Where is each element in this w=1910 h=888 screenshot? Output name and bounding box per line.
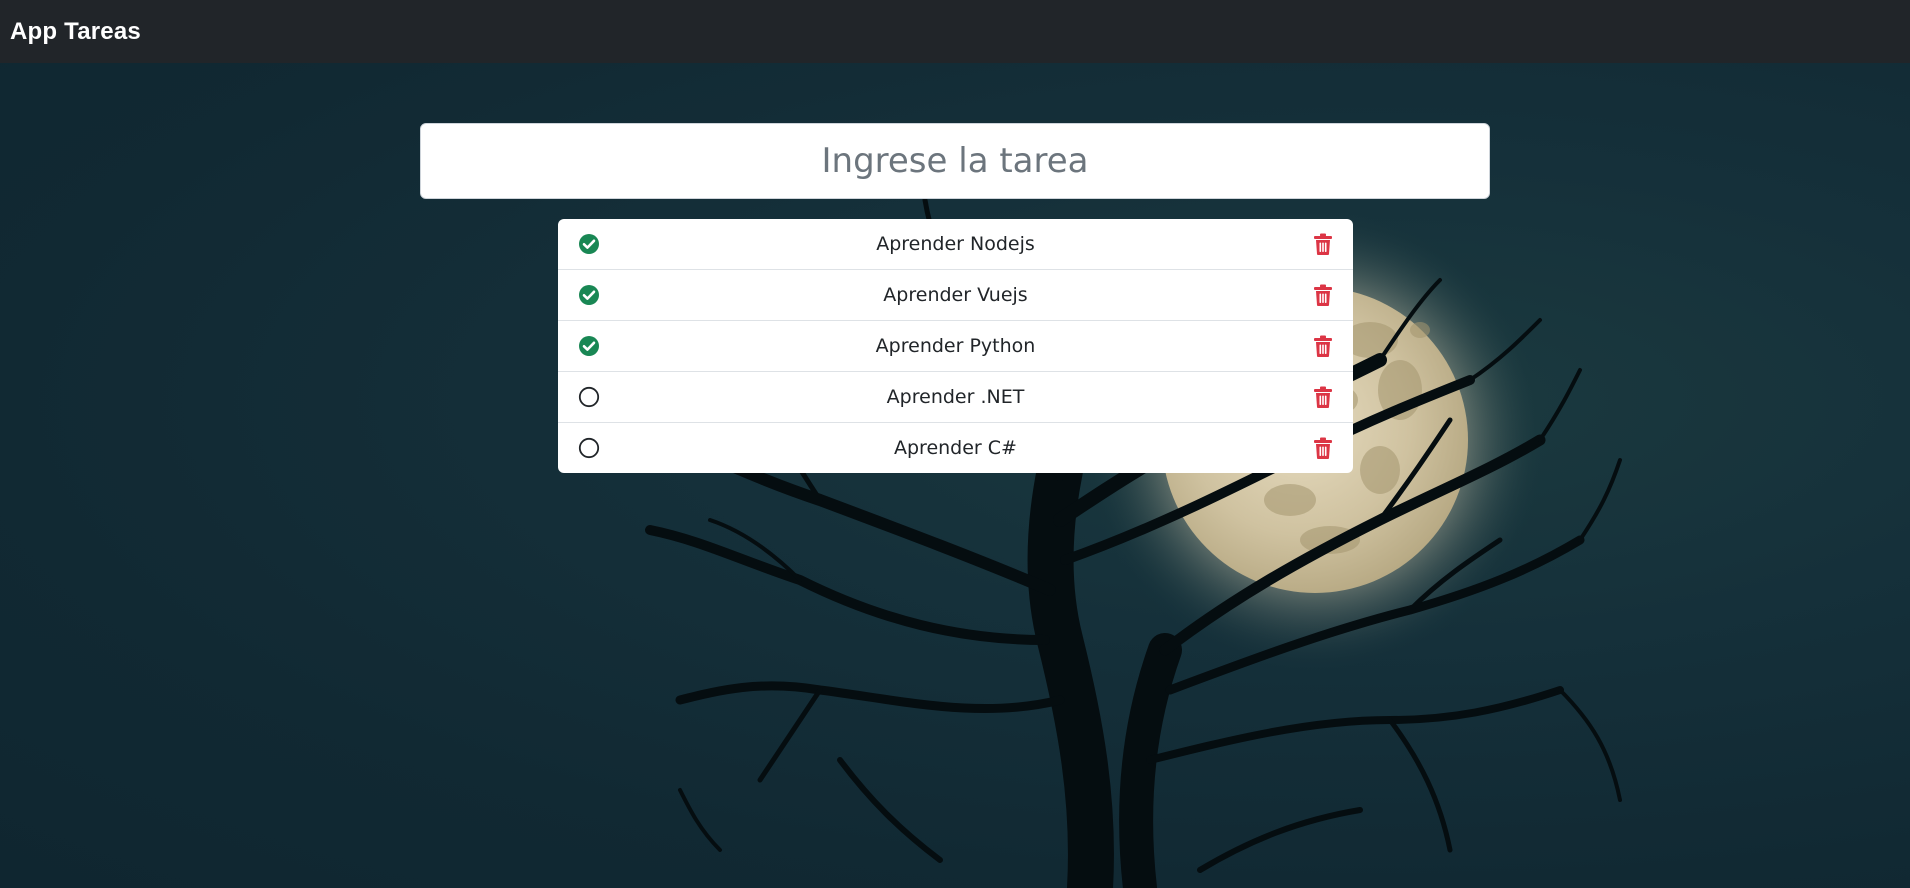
trash-icon[interactable]: [1313, 284, 1333, 306]
check-circle-icon[interactable]: [578, 284, 600, 306]
check-circle-icon[interactable]: [578, 233, 600, 255]
task-item: Aprender Python: [558, 321, 1353, 372]
task-item: Aprender Nodejs: [558, 219, 1353, 270]
circle-icon[interactable]: [578, 437, 600, 459]
task-label: Aprender Python: [875, 335, 1036, 357]
task-input[interactable]: [420, 123, 1490, 199]
trash-icon[interactable]: [1313, 233, 1333, 255]
task-list: Aprender Nodejs Aprender Vuejs Aprender …: [558, 219, 1353, 473]
trash-icon[interactable]: [1313, 386, 1333, 408]
trash-icon[interactable]: [1313, 335, 1333, 357]
trash-icon[interactable]: [1313, 437, 1333, 459]
circle-icon[interactable]: [578, 386, 600, 408]
task-item: Aprender .NET: [558, 372, 1353, 423]
task-label: Aprender .NET: [886, 386, 1025, 408]
navbar-brand[interactable]: App Tareas: [10, 18, 141, 46]
task-label: Aprender Vuejs: [883, 284, 1028, 306]
check-circle-icon[interactable]: [578, 335, 600, 357]
navbar: App Tareas: [0, 0, 1910, 63]
task-item: Aprender Vuejs: [558, 270, 1353, 321]
task-label: Aprender Nodejs: [876, 233, 1035, 255]
task-item: Aprender C#: [558, 423, 1353, 473]
task-label: Aprender C#: [894, 437, 1017, 459]
